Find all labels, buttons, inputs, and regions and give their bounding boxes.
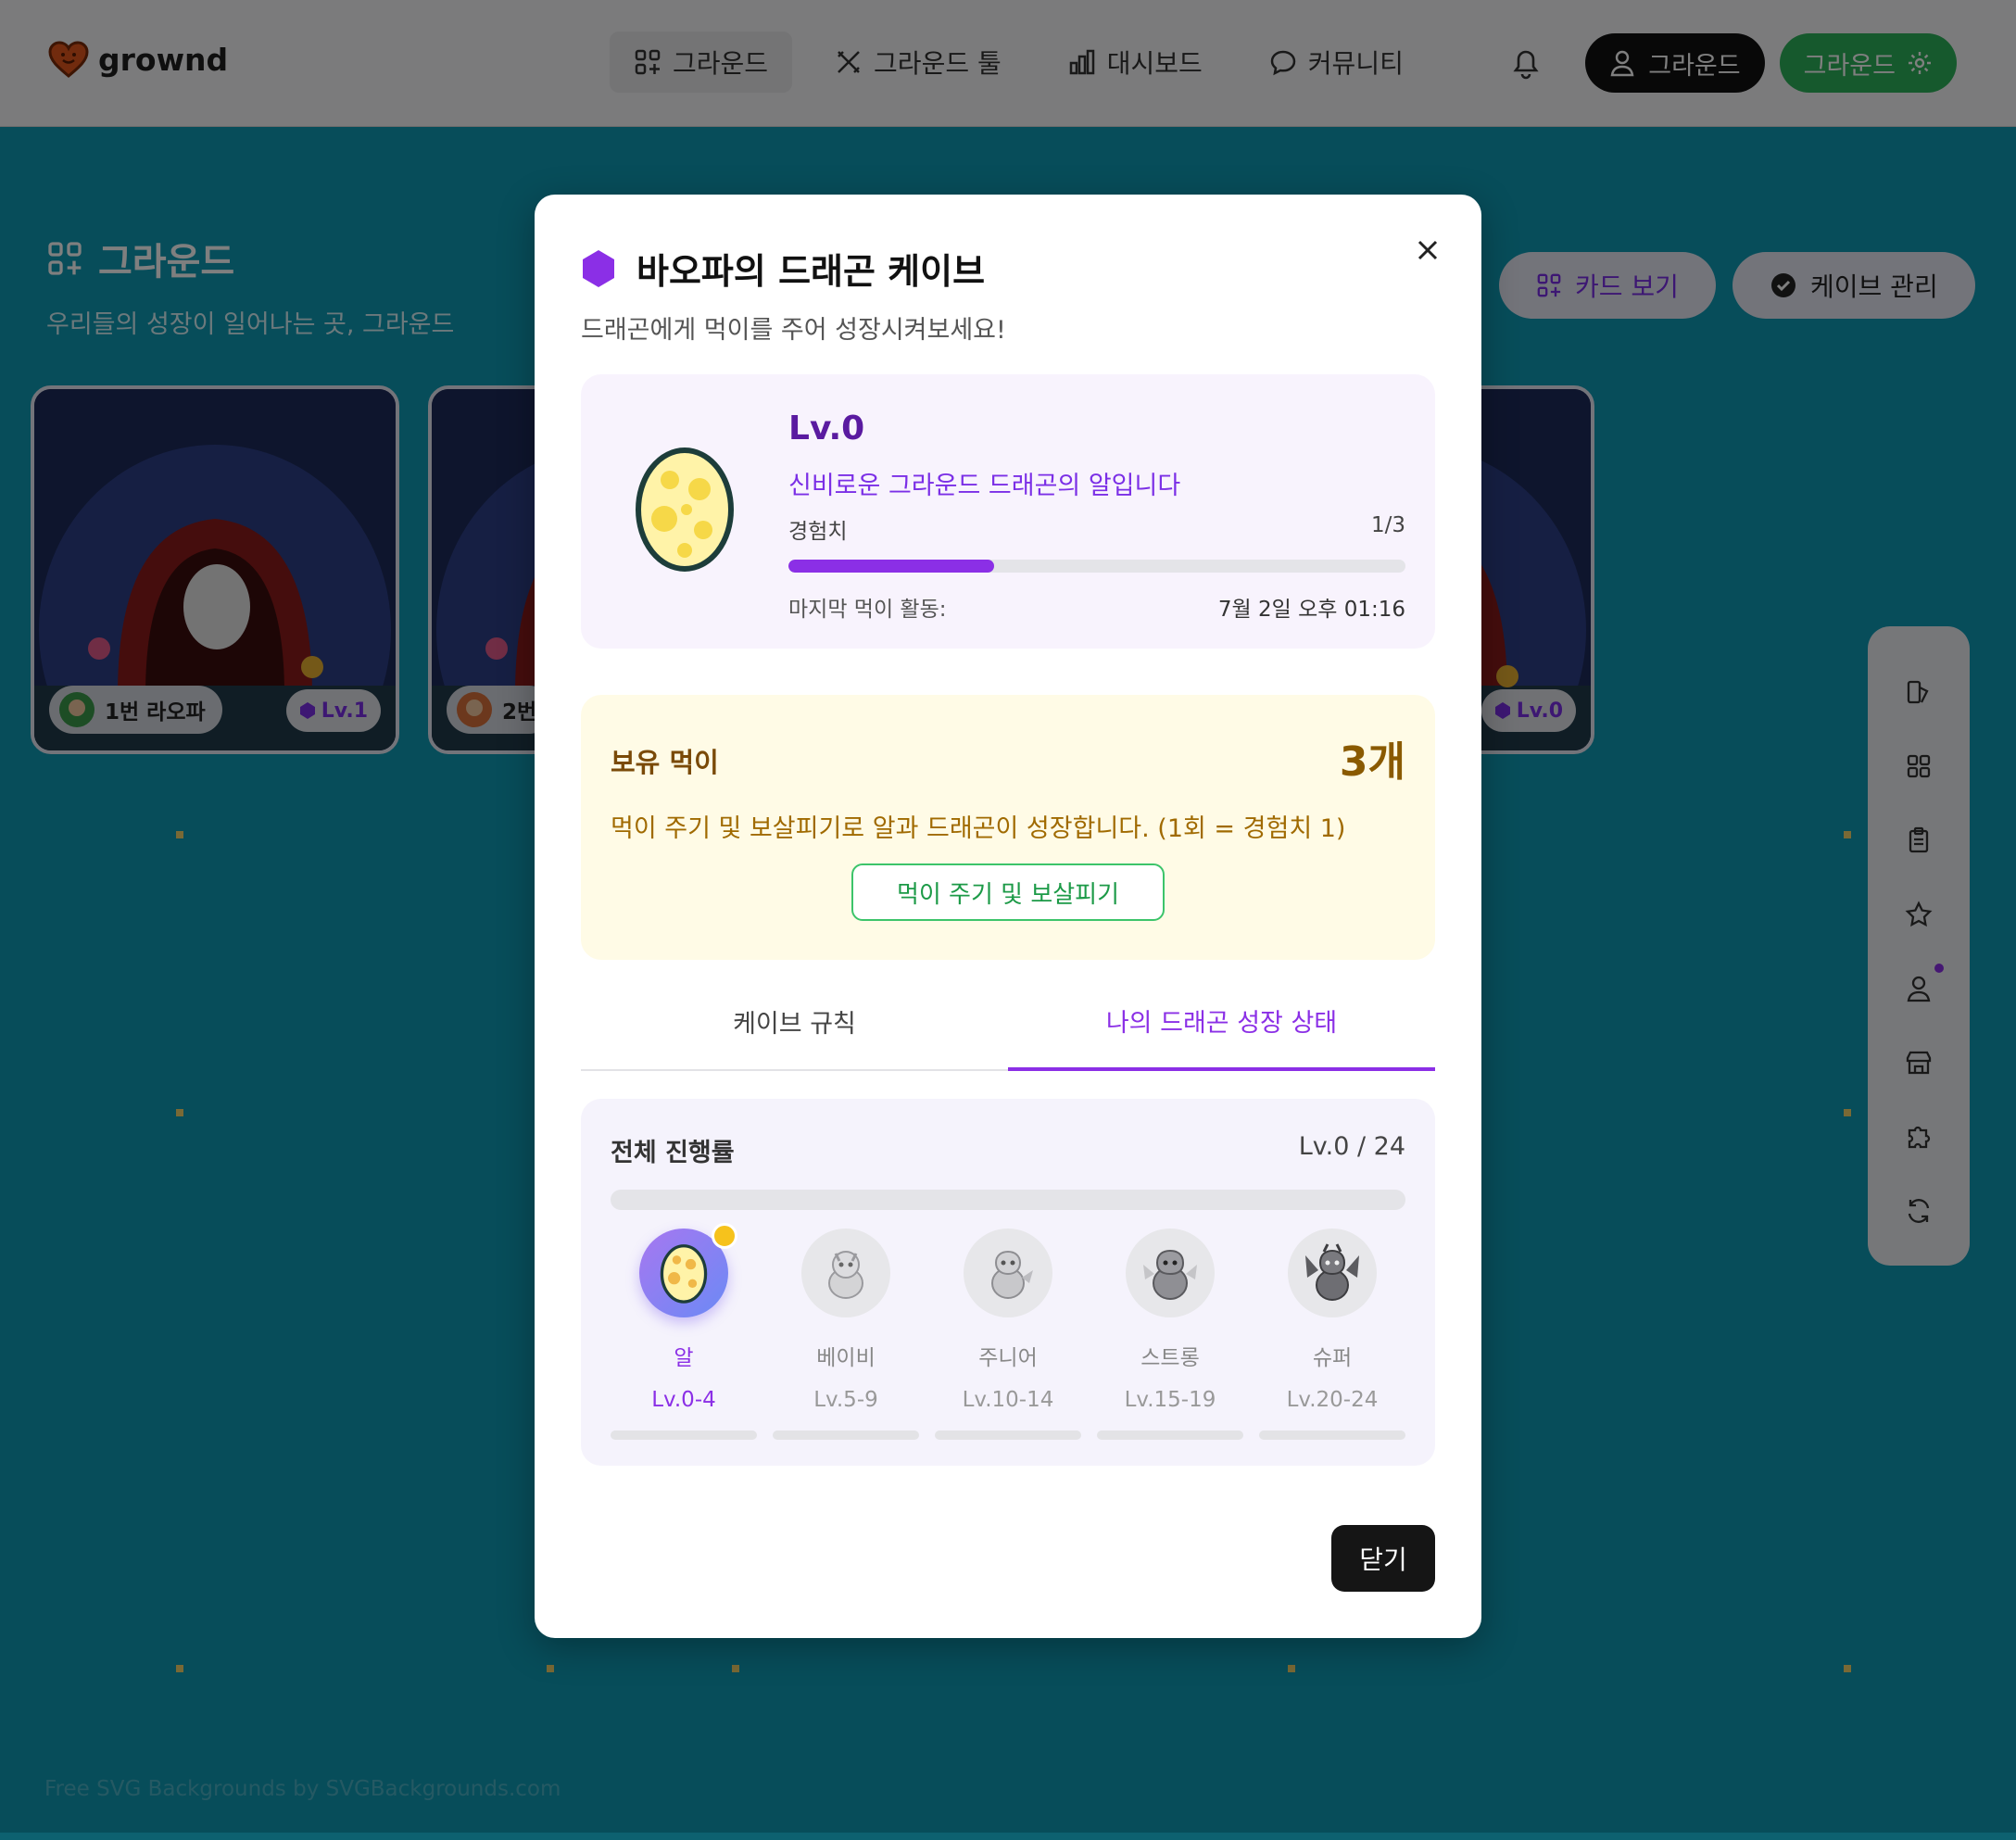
stage-range: Lv.15-19	[1124, 1388, 1216, 1412]
stage-bar	[1259, 1430, 1405, 1440]
food-label: 보유 먹이	[611, 747, 719, 778]
baby-dragon-icon	[828, 1251, 863, 1299]
super-dragon-icon	[1305, 1243, 1359, 1301]
stage-name: 알	[674, 1346, 694, 1370]
stage-strong: 스트롱 Lv.15-19	[1097, 1229, 1243, 1440]
stage-range: Lv.20-24	[1286, 1388, 1379, 1412]
stage-bar	[773, 1430, 919, 1440]
growth-stages: 알 Lv.0-4 베이비 Lv.5-9 주니어 Lv.10-14 스트롱 Lv.…	[611, 1223, 1405, 1440]
progress-label: 전체 진행률	[611, 1139, 735, 1167]
last-feed-value: 7월 2일 오후 01:16	[1217, 598, 1405, 622]
tab-growth-status[interactable]: 나의 드래곤 성장 상태	[1008, 973, 1435, 1071]
dragon-egg-image	[633, 443, 737, 576]
dragon-cave-modal: 바오파의 드래곤 케이브 드래곤에게 먹이를 주어 성장시켜보세요! Lv.0 …	[535, 195, 1481, 1638]
stage-name: 스트롱	[1140, 1346, 1200, 1370]
food-card: 보유 먹이 3개 먹이 주기 및 보살피기로 알과 드래곤이 성장합니다. (1…	[581, 695, 1435, 960]
stage-range: Lv.5-9	[813, 1388, 878, 1412]
food-description: 먹이 주기 및 보살피기로 알과 드래곤이 성장합니다. (1회 = 경험치 1…	[611, 814, 1346, 843]
feed-button[interactable]: 먹이 주기 및 보살피기	[851, 863, 1165, 921]
growth-progress-card: 전체 진행률 Lv.0 / 24 알 Lv.0-4 베이비 Lv.5-9 주니어…	[581, 1099, 1435, 1466]
overall-progress-bar	[611, 1190, 1405, 1210]
stage-baby: 베이비 Lv.5-9	[773, 1229, 919, 1440]
stage-egg-avatar	[639, 1223, 737, 1317]
exp-progress-bar	[788, 560, 1405, 573]
tab-cave-rules[interactable]: 케이브 규칙	[581, 973, 1008, 1069]
modal-title: 바오파의 드래곤 케이브	[581, 243, 985, 294]
close-modal-button[interactable]: 닫기	[1331, 1525, 1435, 1592]
dragon-status-card: Lv.0 신비로운 그라운드 드래곤의 알입니다 경험치 1/3 마지막 먹이 …	[581, 374, 1435, 649]
modal-subtitle: 드래곤에게 먹이를 주어 성장시켜보세요!	[581, 316, 1006, 345]
stage-strong-avatar	[1126, 1229, 1215, 1317]
dragon-level: Lv.0	[788, 410, 865, 447]
exp-progress-fill	[788, 560, 994, 573]
stage-name: 베이비	[816, 1346, 876, 1370]
dragon-description: 신비로운 그라운드 드래곤의 알입니다	[788, 472, 1181, 500]
stage-junior: 주니어 Lv.10-14	[935, 1229, 1081, 1440]
modal-title-text: 바오파의 드래곤 케이브	[636, 251, 986, 292]
junior-dragon-icon	[991, 1250, 1033, 1299]
stage-junior-avatar	[964, 1229, 1052, 1317]
close-button[interactable]	[1409, 232, 1446, 269]
stage-super: 슈퍼 Lv.20-24	[1259, 1229, 1405, 1440]
modal-tabs: 케이브 규칙 나의 드래곤 성장 상태	[581, 973, 1435, 1071]
egg-icon	[660, 1244, 708, 1304]
stage-name: 슈퍼	[1312, 1346, 1353, 1370]
strong-dragon-icon	[1143, 1249, 1197, 1300]
stage-range: Lv.10-14	[962, 1388, 1054, 1412]
stage-bar	[611, 1430, 757, 1440]
stage-name: 주니어	[978, 1346, 1038, 1370]
stage-bar	[935, 1430, 1081, 1440]
stage-range: Lv.0-4	[651, 1388, 716, 1412]
stage-baby-avatar	[801, 1229, 890, 1317]
stage-super-avatar	[1288, 1229, 1377, 1317]
progress-value: Lv.0 / 24	[1298, 1132, 1405, 1161]
last-feed-label: 마지막 먹이 활동:	[788, 598, 947, 622]
close-icon	[1418, 240, 1438, 260]
food-count: 3개	[1339, 738, 1405, 786]
exp-value: 1/3	[1370, 513, 1405, 537]
gem-icon	[583, 249, 614, 287]
stage-bar	[1097, 1430, 1243, 1440]
exp-label: 경험치	[788, 520, 848, 544]
stage-egg: 알 Lv.0-4	[611, 1223, 757, 1440]
current-stage-dot	[712, 1223, 737, 1249]
egg-icon	[636, 447, 734, 572]
